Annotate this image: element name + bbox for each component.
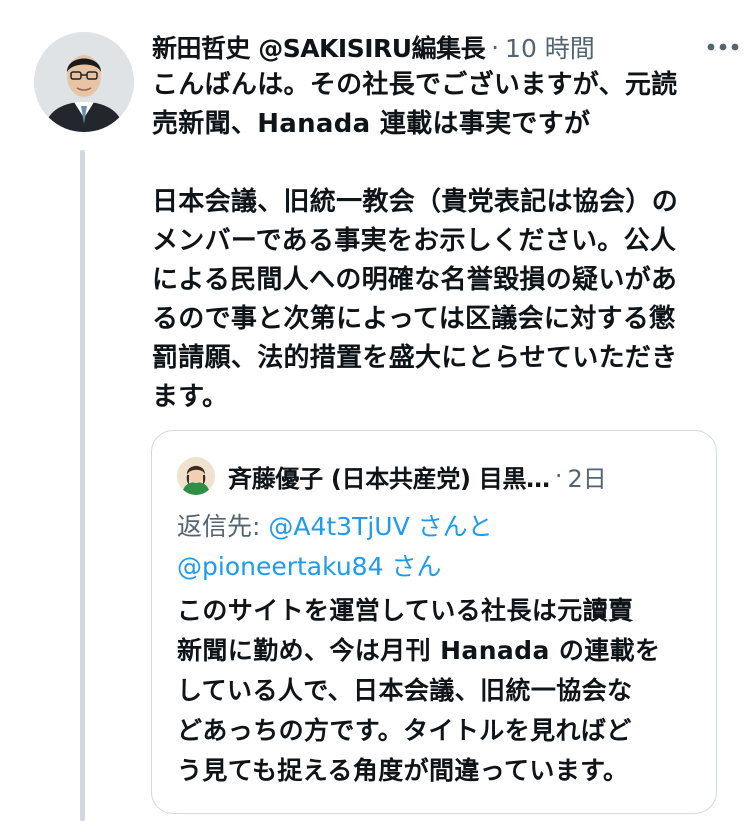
mention-joiner: さんと [409, 512, 493, 541]
mention-link[interactable]: @pioneertaku84 [177, 552, 383, 581]
quoted-text: このサイトを運営している社長は元讀賣 新聞に勤め、今は月刊 Hanada の連載… [177, 591, 697, 791]
tweet-text-line: 売新聞、Hanada 連載は事実ですが [152, 109, 591, 139]
quoted-text-line: う見ても捉える角度が間違っています。 [177, 756, 629, 785]
quoted-author-avatar [177, 457, 215, 495]
tweet-header: 新田哲史 @SAKISIRU編集長 · 10 時間 [152, 28, 722, 66]
tweet-text-line: るので事と次第によっては区議会に対する懲 [152, 304, 676, 334]
quoted-text-line: このサイトを運営している社長は元讀賣 [177, 596, 634, 625]
tweet-text-line: による民間人への明確な名誉毀損の疑いがあ [152, 265, 678, 295]
separator: · [554, 462, 563, 490]
reply-to-label: 返信先: [177, 512, 269, 541]
more-button[interactable] [703, 30, 743, 64]
tweet-text-line: 罰請願、法的措置を盛大にとらせていただき [152, 343, 678, 373]
mention-link[interactable]: @A4t3TjUV [268, 512, 409, 541]
tweet-text-line: 日本会議、旧統一教会（貴党表記は協会）の [152, 187, 679, 217]
quoted-text-line: 新聞に勤め、今は月刊 Hanada の連載を [177, 636, 661, 665]
tweet-time[interactable]: 10 時間 [505, 29, 595, 65]
quoted-text-line: どあっちの方です。タイトルを見ればど [177, 716, 632, 745]
more-horizontal-icon [707, 43, 739, 51]
tweet-text: こんばんは。その社長でございますが、元読 売新聞、Hanada 連載は事実ですが… [152, 66, 722, 417]
separator: · [491, 32, 500, 62]
mention-suffix: さん [383, 552, 442, 581]
author-name[interactable]: 新田哲史 @SAKISIRU編集長 [152, 29, 486, 65]
quoted-header: 斉藤優子 (日本共産党) 目黒… · 2日 [228, 457, 708, 495]
tweet-text-line: ます。 [152, 382, 229, 412]
tweet-text-line: メンバーである事実をお示しください。公人 [152, 226, 677, 256]
person-photo-icon [34, 32, 134, 132]
quoted-text-line: している人で、日本会議、旧統一協会な [177, 676, 633, 705]
author-avatar[interactable] [34, 32, 134, 132]
tweet-text-line: こんばんは。その社長でございますが、元読 [152, 70, 678, 100]
person-photo-icon [177, 457, 215, 495]
thread-line [80, 150, 85, 821]
quoted-author-name: 斉藤優子 (日本共産党) 目黒… [228, 464, 550, 493]
reply-to-line: 返信先: @A4t3TjUV さんと @pioneertaku84 さん [177, 507, 697, 587]
quoted-tweet-card[interactable]: 斉藤優子 (日本共産党) 目黒… · 2日 返信先: @A4t3TjUV さんと… [151, 430, 717, 814]
quoted-time: 2日 [567, 464, 607, 493]
